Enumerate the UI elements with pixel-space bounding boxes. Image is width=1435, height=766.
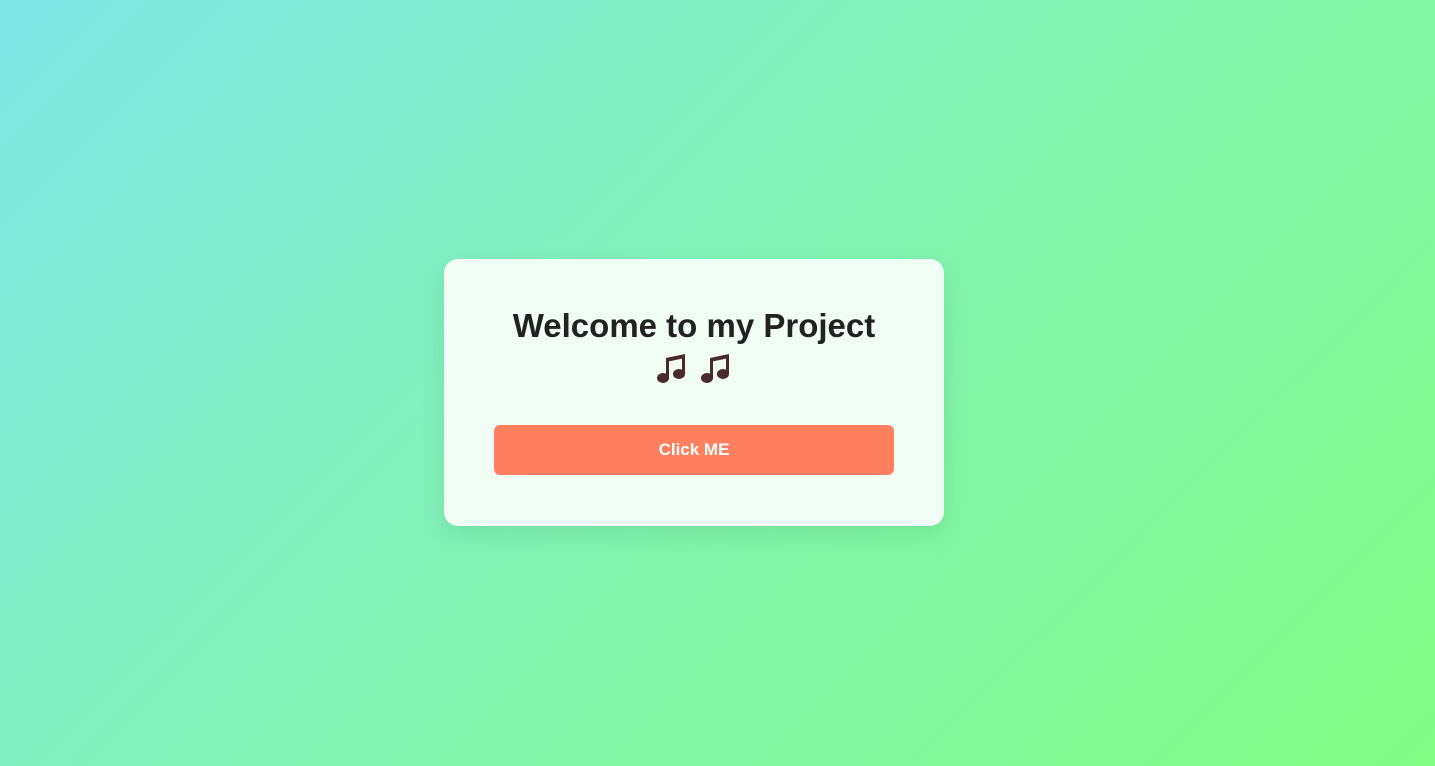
page-title: Welcome to my Project	[512, 307, 876, 344]
welcome-card: Welcome to my Project Click ME	[444, 259, 944, 526]
music-notes-row	[494, 353, 894, 385]
music-notes-icon	[701, 354, 729, 383]
music-notes-icon	[657, 354, 685, 383]
click-me-button[interactable]: Click ME	[494, 425, 894, 475]
